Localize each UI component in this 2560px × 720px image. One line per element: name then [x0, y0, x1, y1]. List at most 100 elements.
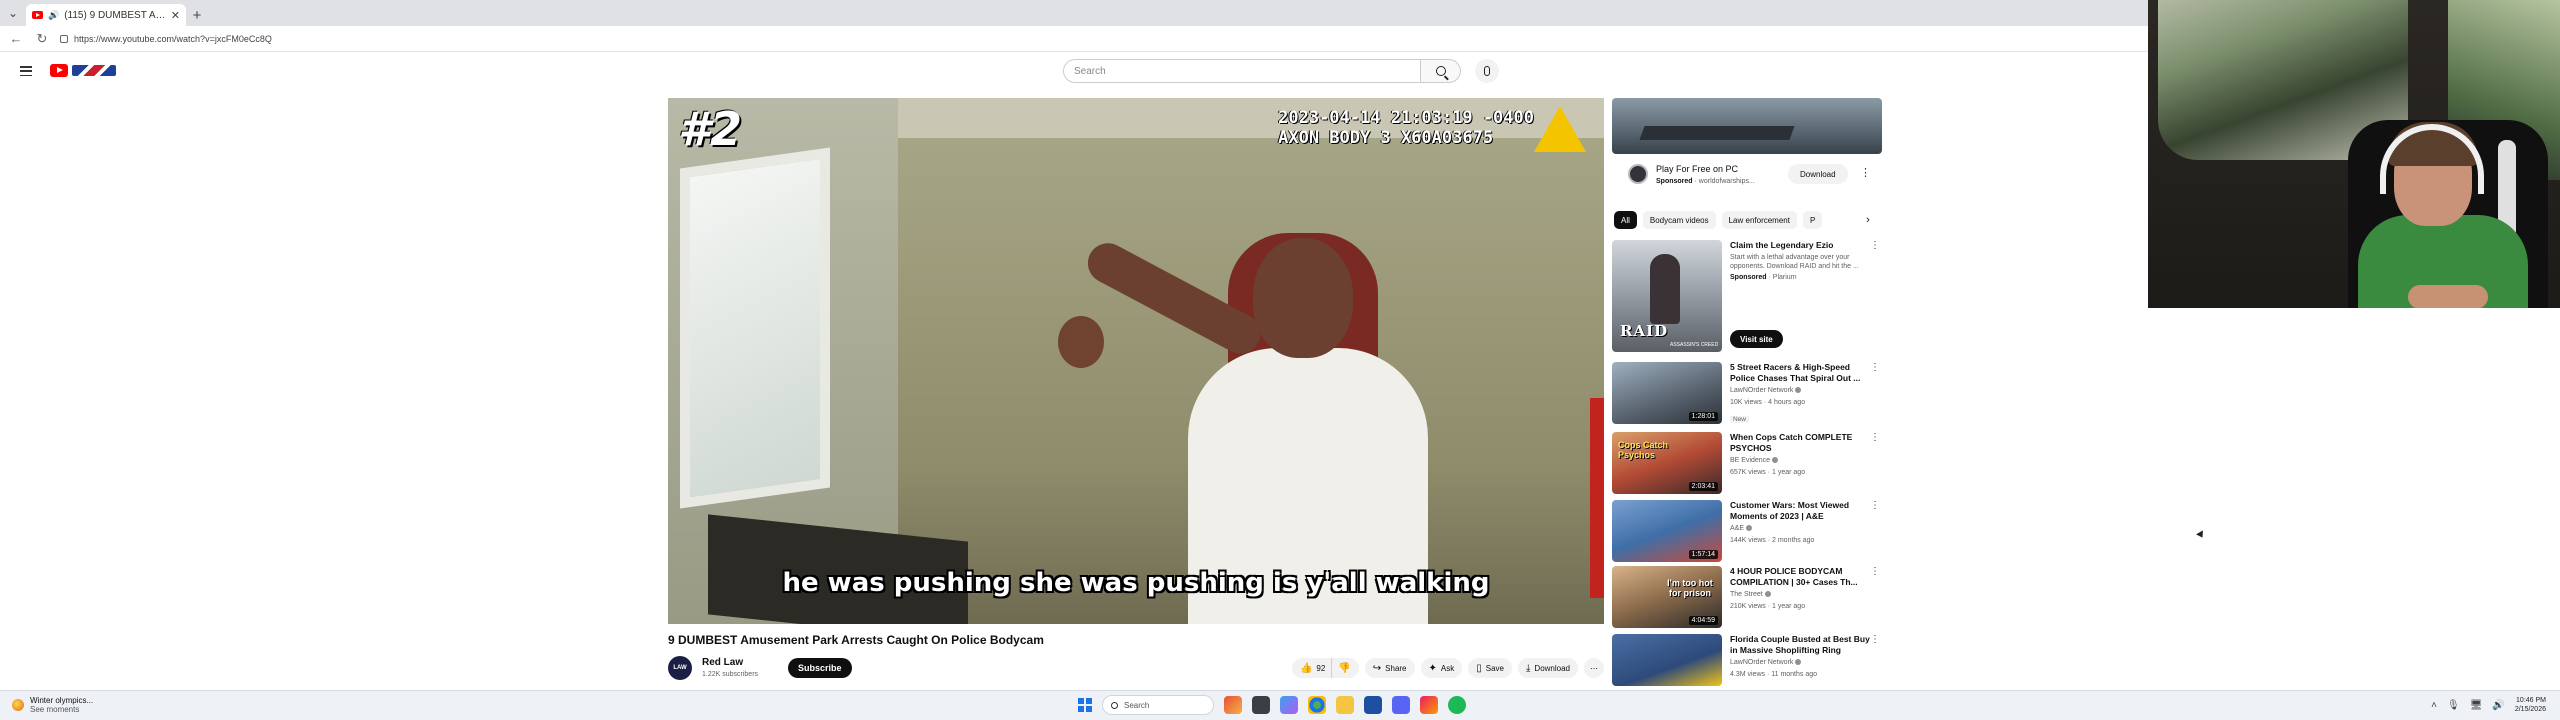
- dislike-button[interactable]: 👎: [1332, 658, 1359, 678]
- microphone-tray-icon[interactable]: 🎙: [2447, 700, 2460, 711]
- recommendation-item[interactable]: Cops Catch Psychos 2:03:41 When Cops Cat…: [1612, 432, 1882, 498]
- speaker-icon[interactable]: 🔊: [48, 10, 59, 21]
- recommendation-thumbnail[interactable]: 1:28:01: [1612, 362, 1722, 424]
- taskbar-task-view-icon[interactable]: [1252, 696, 1270, 714]
- ad-download-button[interactable]: Download: [1788, 164, 1848, 184]
- recommendation-item[interactable]: 1:57:14 Customer Wars: Most Viewed Momen…: [1612, 500, 1882, 566]
- taskbar-spotify-icon[interactable]: [1448, 696, 1466, 714]
- chip-law-enforcement[interactable]: Law enforcement: [1721, 211, 1797, 229]
- site-info-icon[interactable]: [60, 34, 68, 43]
- verified-icon: [1772, 457, 1779, 464]
- sponsored-recommendation[interactable]: RAID ASSASSIN'S CREED Claim the Legendar…: [1612, 240, 1882, 356]
- network-icon[interactable]: 🖥: [2470, 700, 2483, 711]
- more-actions-button[interactable]: ⋯: [1584, 658, 1604, 678]
- recommendation-title[interactable]: When Cops Catch COMPLETE PSYCHOS: [1730, 432, 1870, 454]
- news-widget[interactable]: Winter olympics... See moments: [12, 696, 93, 714]
- like-button[interactable]: 👍 92: [1291, 658, 1333, 678]
- bodycam-timestamp: 2023-04-14 21:03:19 -0400: [1278, 108, 1534, 128]
- taskbar-discord-icon[interactable]: [1392, 696, 1410, 714]
- chip-bodycam-videos[interactable]: Bodycam videos: [1642, 211, 1716, 229]
- reload-icon[interactable]: ↻: [34, 31, 50, 47]
- ad-more-icon[interactable]: ⋮: [1860, 166, 1871, 179]
- taskbar-file-explorer-icon[interactable]: [1336, 696, 1354, 714]
- ad-advertiser-avatar: [1628, 164, 1648, 184]
- recommendation-info: When Cops Catch COMPLETE PSYCHOS BE Evid…: [1730, 432, 1870, 478]
- ask-button[interactable]: ✦ Ask: [1420, 658, 1463, 678]
- new-tab-icon[interactable]: +: [186, 4, 208, 26]
- channel-subscriber-count: 1.22K subscribers: [702, 671, 759, 678]
- youtube-logo-icon[interactable]: [50, 64, 68, 77]
- download-button[interactable]: ⤓ Download: [1518, 658, 1578, 678]
- thumbnail-text: Cops Catch Psychos: [1618, 440, 1669, 460]
- chip-all[interactable]: All: [1614, 211, 1637, 229]
- taskbar-app-icon[interactable]: [1280, 696, 1298, 714]
- recommendation-thumbnail[interactable]: 1:57:14: [1612, 500, 1722, 562]
- news-widget-subtext: See moments: [30, 705, 80, 714]
- recommendation-thumbnail[interactable]: I'm too hot for prison 4:04:59: [1612, 566, 1722, 628]
- recommendation-more-icon[interactable]: ⋮: [1870, 634, 1880, 645]
- volume-icon[interactable]: 🔊: [2492, 700, 2504, 711]
- channel-name[interactable]: Red Law: [702, 657, 743, 668]
- recommendation-title[interactable]: 4 HOUR POLICE BODYCAM COMPILATION | 30+ …: [1730, 566, 1870, 588]
- recommendation-title[interactable]: Customer Wars: Most Viewed Moments of 20…: [1730, 500, 1870, 522]
- voice-search-button[interactable]: [1475, 59, 1499, 83]
- recommendation-more-icon[interactable]: ⋮: [1870, 566, 1880, 577]
- recommendation-channel[interactable]: LawNOrder Network: [1730, 387, 1793, 394]
- news-widget-text: Winter olympics... See moments: [30, 696, 93, 714]
- sponsored-more-icon[interactable]: ⋮: [1870, 240, 1880, 251]
- recommendation-thumbnail[interactable]: [1612, 634, 1722, 686]
- recommendation-item[interactable]: Florida Couple Busted at Best Buy in Mas…: [1612, 634, 1882, 688]
- ad-title[interactable]: Play For Free on PC: [1656, 164, 1738, 174]
- url-field[interactable]: https://www.youtube.com/watch?v=jxcFM0eC…: [60, 34, 272, 44]
- taskbar-copilot-icon[interactable]: [1224, 696, 1242, 714]
- sponsored-label: Sponsored: [1730, 274, 1767, 281]
- search-input[interactable]: Search: [1063, 59, 1421, 83]
- share-button[interactable]: ↪ Share: [1364, 658, 1415, 678]
- recommendation-item[interactable]: I'm too hot for prison 4:04:59 4 HOUR PO…: [1612, 566, 1882, 632]
- tab-search-chevron-icon[interactable]: ⌄: [0, 0, 26, 26]
- search-button[interactable]: [1421, 59, 1461, 83]
- taskbar-store-icon[interactable]: [1364, 696, 1382, 714]
- recommendation-info: 4 HOUR POLICE BODYCAM COMPILATION | 30+ …: [1730, 566, 1870, 612]
- recommendation-more-icon[interactable]: ⋮: [1870, 500, 1880, 511]
- back-icon[interactable]: ←: [8, 31, 24, 46]
- subscribe-button[interactable]: Subscribe: [788, 658, 852, 678]
- taskbar-chrome-icon[interactable]: [1308, 696, 1326, 714]
- save-button[interactable]: ▯ Save: [1468, 658, 1512, 678]
- recommendation-thumbnail[interactable]: Cops Catch Psychos 2:03:41: [1612, 432, 1722, 494]
- recommendation-channel[interactable]: BE Evidence: [1730, 457, 1770, 464]
- sponsored-thumbnail[interactable]: RAID ASSASSIN'S CREED: [1612, 240, 1722, 352]
- url-text: https://www.youtube.com/watch?v=jxcFM0eC…: [74, 33, 272, 44]
- menu-icon[interactable]: [20, 66, 32, 76]
- video-duration: 1:57:14: [1688, 550, 1718, 559]
- taskbar-app-icon-2[interactable]: [1420, 696, 1438, 714]
- sponsored-meta: Sponsored · Plarium: [1730, 273, 1870, 283]
- taskbar-search[interactable]: Search: [1102, 695, 1214, 715]
- visit-site-button[interactable]: Visit site: [1730, 330, 1783, 348]
- recommendation-title[interactable]: 5 Street Racers & High-Speed Police Chas…: [1730, 362, 1870, 384]
- chevron-right-icon[interactable]: ›: [1858, 210, 1878, 230]
- recommendation-channel[interactable]: LawNOrder Network: [1730, 659, 1793, 666]
- video-player[interactable]: #2 2023-04-14 21:03:19 -0400 AXON BODY 3…: [668, 98, 1604, 624]
- recommendation-item[interactable]: 1:28:01 5 Street Racers & High-Speed Pol…: [1612, 362, 1882, 428]
- windows-start-icon[interactable]: [1078, 698, 1092, 712]
- bodycam-device-id: AXON BODY 3 X60A03675: [1278, 128, 1494, 148]
- recommendation-channel[interactable]: The Street: [1730, 591, 1763, 598]
- chip-more[interactable]: P: [1802, 211, 1823, 229]
- sidebar-ad-card[interactable]: Play For Free on PC Sponsored · worldofw…: [1612, 98, 1882, 198]
- ad-thumbnail[interactable]: [1612, 98, 1882, 154]
- close-tab-icon[interactable]: ✕: [171, 9, 180, 22]
- youtube-doodle-flag-icon[interactable]: [72, 65, 116, 76]
- thumbs-up-icon: 👍: [1299, 662, 1313, 674]
- channel-avatar[interactable]: LAW: [668, 656, 692, 680]
- sponsored-description: Start with a lethal advantage over your …: [1730, 254, 1859, 270]
- recommendation-title[interactable]: Florida Couple Busted at Best Buy in Mas…: [1730, 634, 1870, 656]
- sponsored-title[interactable]: Claim the Legendary Ezio: [1730, 240, 1870, 251]
- recommendation-more-icon[interactable]: ⋮: [1870, 432, 1880, 443]
- clock[interactable]: 10:46 PM 2/15/2026: [2515, 696, 2546, 714]
- recommendation-more-icon[interactable]: ⋮: [1870, 362, 1880, 373]
- chevron-up-icon[interactable]: ˄: [2431, 700, 2437, 711]
- recommendation-channel[interactable]: A&E: [1730, 525, 1744, 532]
- browser-tab-youtube[interactable]: 🔊 (115) 9 DUMBEST Amusement... ✕: [26, 4, 186, 26]
- ad-domain: · worldofwarships...: [1694, 178, 1755, 185]
